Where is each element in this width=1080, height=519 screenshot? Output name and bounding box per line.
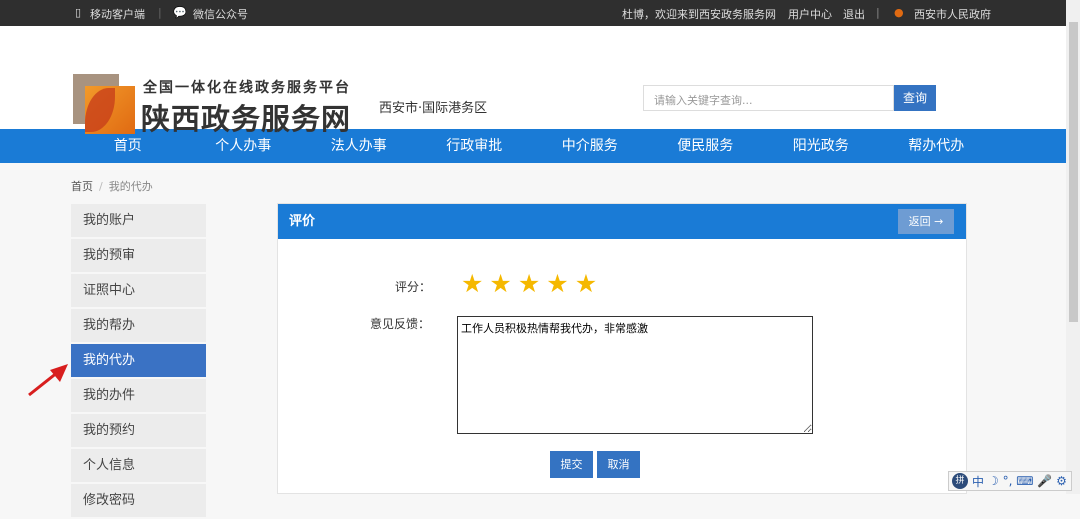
emblem-icon: ● (894, 6, 904, 19)
sidebar-item-profile[interactable]: 个人信息 (71, 449, 206, 482)
star-rating[interactable]: ★ ★ ★ ★ ★ (461, 271, 597, 296)
divider: | (876, 6, 880, 19)
sidebar: 我的账户 我的预审 证照中心 我的帮办 我的代办 我的办件 我的预约 个人信息 … (71, 204, 206, 519)
sidebar-item-my-cases[interactable]: 我的办件 (71, 379, 206, 412)
star-icon[interactable]: ★ (518, 271, 540, 296)
ime-logo-icon[interactable]: 拼 (952, 473, 968, 489)
sidebar-item-appointments[interactable]: 我的预约 (71, 414, 206, 447)
scrollbar[interactable] (1066, 0, 1080, 494)
sidebar-item-certificates[interactable]: 证照中心 (71, 274, 206, 307)
user-center-link[interactable]: 用户中心 (788, 6, 832, 22)
panel-title: 评价 (289, 214, 316, 229)
rating-panel: 评价 返回 → 评分： ★★★★★ 意见反馈： 提交 取消 (277, 203, 967, 494)
region-label: 西安市·国际港务区 (379, 101, 488, 116)
nav-assist[interactable]: 帮办代办 (879, 129, 995, 163)
logout-link[interactable]: 退出 (843, 6, 865, 22)
star-icon[interactable]: ★ (489, 271, 511, 296)
submit-button[interactable]: 提交 (550, 451, 593, 478)
search-input[interactable]: 请输入关键字查询... (643, 85, 894, 111)
nav-convenience[interactable]: 便民服务 (648, 129, 764, 163)
star-icon[interactable]: ★ (546, 271, 568, 296)
breadcrumb-current: 我的代办 (108, 180, 153, 193)
red-arrow-annotation (28, 364, 68, 397)
star-icon[interactable]: ★ (575, 271, 597, 296)
wechat-link[interactable]: 微信公众号 (193, 6, 248, 22)
top-bar: ▯ 移动客户端 | 💬 微信公众号 杜博，欢迎来到西安政务服务网 用户中心 退出… (0, 0, 1066, 26)
breadcrumb: 首页 / 我的代办 (71, 178, 153, 194)
header: 全国一体化在线政务服务平台 陕西政务服务网 西安市·国际港务区 请输入关键字查询… (0, 26, 1066, 136)
sidebar-item-my-proxy[interactable]: 我的代办 (71, 344, 206, 377)
sidebar-item-password[interactable]: 修改密码 (71, 484, 206, 517)
ime-tools-icons[interactable]: ☽ °, ⌨ 🎤 ⚙ (988, 474, 1067, 488)
wechat-icon: 💬 (173, 6, 187, 19)
feedback-label: 意见反馈： (370, 317, 431, 331)
star-icon[interactable]: ★ (461, 271, 483, 296)
nav-agency[interactable]: 中介服务 (532, 129, 648, 163)
divider: | (158, 6, 162, 19)
breadcrumb-home[interactable]: 首页 (71, 180, 93, 193)
rating-label: 评分： (395, 280, 432, 294)
site-logo[interactable] (73, 74, 135, 134)
ime-toolbar[interactable]: 拼 中 ☽ °, ⌨ 🎤 ⚙ (948, 471, 1072, 491)
site-name: 陕西政务服务网 (141, 102, 352, 136)
nav-sunshine[interactable]: 阳光政务 (763, 129, 879, 163)
cancel-button[interactable]: 取消 (597, 451, 640, 478)
slogan: 全国一体化在线政务服务平台 (143, 80, 351, 96)
search-button[interactable]: 查询 (894, 85, 936, 111)
gov-link[interactable]: 西安市人民政府 (914, 6, 991, 22)
ime-lang-toggle[interactable]: 中 (972, 473, 984, 490)
panel-header: 评价 返回 → (278, 204, 966, 239)
mobile-client-link[interactable]: 移动客户端 (90, 6, 145, 22)
sidebar-item-account[interactable]: 我的账户 (71, 204, 206, 237)
feedback-textarea[interactable] (457, 316, 813, 434)
sidebar-item-my-help[interactable]: 我的帮办 (71, 309, 206, 342)
welcome-text: 杜博，欢迎来到西安政务服务网 (622, 8, 776, 21)
back-button[interactable]: 返回 → (898, 209, 954, 234)
breadcrumb-sep: / (99, 180, 103, 193)
scrollbar-thumb[interactable] (1069, 22, 1078, 322)
sidebar-item-precheck[interactable]: 我的预审 (71, 239, 206, 272)
mobile-icon: ▯ (75, 6, 82, 19)
nav-approval[interactable]: 行政审批 (417, 129, 533, 163)
